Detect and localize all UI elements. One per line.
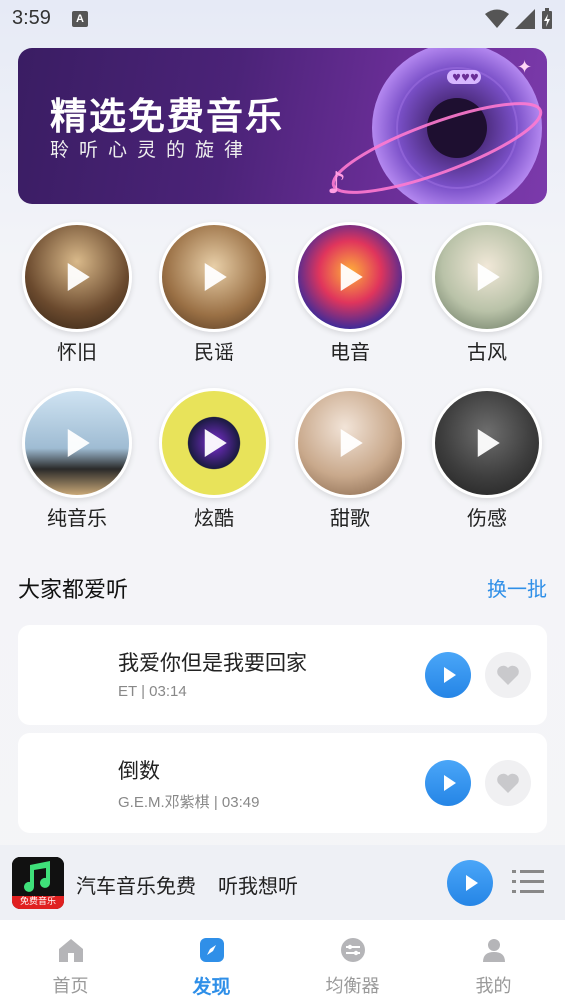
tab-profile[interactable]: 我的 (423, 920, 564, 997)
play-icon (204, 429, 227, 457)
tab-label: 我的 (475, 976, 512, 997)
category-cover (22, 222, 132, 332)
svg-text:✦: ✦ (517, 57, 532, 78)
favorite-button[interactable] (485, 652, 531, 698)
tab-label: 均衡器 (325, 976, 380, 997)
wifi-icon (485, 9, 509, 28)
cover-badge: 免费音乐 (12, 896, 64, 909)
tab-home[interactable]: 首页 (0, 920, 141, 997)
equalizer-icon (340, 938, 365, 962)
banner-title: 精选免费音乐 (50, 95, 284, 138)
mini-play-button[interactable] (447, 860, 493, 906)
heart-icon (497, 773, 519, 793)
category-item-nostalgia[interactable]: 怀旧 (21, 222, 133, 365)
section-title: 大家都爱听 (18, 578, 129, 603)
app-logo: 免费音乐 (12, 857, 64, 909)
category-cover (432, 388, 542, 498)
signal-icon (515, 9, 535, 29)
category-item-pure-music[interactable]: 纯音乐 (21, 388, 133, 531)
category-label: 电音 (330, 340, 370, 364)
favorite-button[interactable] (485, 760, 531, 806)
vinyl-disc-illustration: ♥♥♥ ♪ ✦ (327, 48, 543, 204)
category-label: 伤感 (467, 506, 507, 530)
song-meta: ET | 03:14 (118, 683, 187, 700)
mini-player-app-name: 汽车音乐免费 (76, 874, 196, 898)
heart-icon (497, 665, 519, 685)
status-icons (485, 8, 553, 30)
compass-icon (199, 938, 224, 962)
bottom-tab-bar: 首页 发现 均衡器 我的 (0, 920, 565, 997)
refresh-button[interactable]: 换一批 (487, 573, 547, 602)
category-item-ancient-style[interactable]: 古风 (431, 222, 543, 365)
play-icon (477, 429, 500, 457)
home-icon (58, 939, 83, 962)
tab-equalizer[interactable]: 均衡器 (282, 920, 423, 997)
category-cover (295, 222, 405, 332)
play-button[interactable] (425, 652, 471, 698)
svg-text:♪: ♪ (327, 166, 346, 201)
play-icon (477, 263, 500, 291)
category-item-sad[interactable]: 伤感 (431, 388, 543, 531)
category-label: 甜歌 (330, 506, 370, 530)
banner-subtitle: 聆听心灵的旋律 (50, 139, 254, 161)
mini-player-text: 汽车音乐免费 听我想听 (76, 870, 298, 899)
status-time: 3:59 (12, 7, 51, 29)
category-cover (159, 222, 269, 332)
category-item-electronic[interactable]: 电音 (294, 222, 406, 365)
song-title: 倒数 (118, 759, 160, 783)
song-item[interactable]: 倒数 G.E.M.邓紫棋 | 03:49 (18, 733, 547, 833)
promo-banner[interactable]: ♥♥♥ ♪ ✦ 精选免费音乐 聆听心灵的旋律 (18, 48, 547, 204)
category-cover (295, 388, 405, 498)
category-label: 炫酷 (194, 506, 234, 530)
category-label: 民谣 (194, 340, 234, 364)
category-label: 古风 (467, 340, 507, 364)
category-item-sweet-songs[interactable]: 甜歌 (294, 388, 406, 531)
song-title: 我爱你但是我要回家 (118, 651, 307, 675)
tab-label: 发现 (192, 976, 231, 997)
status-bar: 3:59 A (0, 0, 565, 38)
song-meta: G.E.M.邓紫棋 | 03:49 (118, 794, 260, 811)
play-icon (67, 263, 90, 291)
playlist-icon[interactable] (512, 868, 544, 896)
category-item-cool[interactable]: 炫酷 (158, 388, 270, 531)
play-icon (340, 263, 363, 291)
play-icon (67, 429, 90, 457)
song-item[interactable]: 我爱你但是我要回家 ET | 03:14 (18, 625, 547, 725)
tab-discover[interactable]: 发现 (141, 920, 282, 997)
play-icon (204, 263, 227, 291)
category-item-folk[interactable]: 民谣 (158, 222, 270, 365)
battery-icon (542, 8, 552, 29)
category-label: 怀旧 (57, 340, 97, 364)
music-note-icon (12, 857, 64, 897)
tab-label: 首页 (52, 976, 89, 997)
play-icon (340, 429, 363, 457)
a-icon: A (72, 11, 88, 27)
mini-player-slogan: 听我想听 (218, 874, 298, 898)
category-cover (159, 388, 269, 498)
mini-player[interactable]: 免费音乐 汽车音乐免费 听我想听 (0, 845, 565, 920)
category-cover (432, 222, 542, 332)
category-cover (22, 388, 132, 498)
play-button[interactable] (425, 760, 471, 806)
category-label: 纯音乐 (47, 506, 107, 530)
user-icon (482, 939, 505, 962)
svg-text:♥♥♥: ♥♥♥ (452, 73, 479, 84)
